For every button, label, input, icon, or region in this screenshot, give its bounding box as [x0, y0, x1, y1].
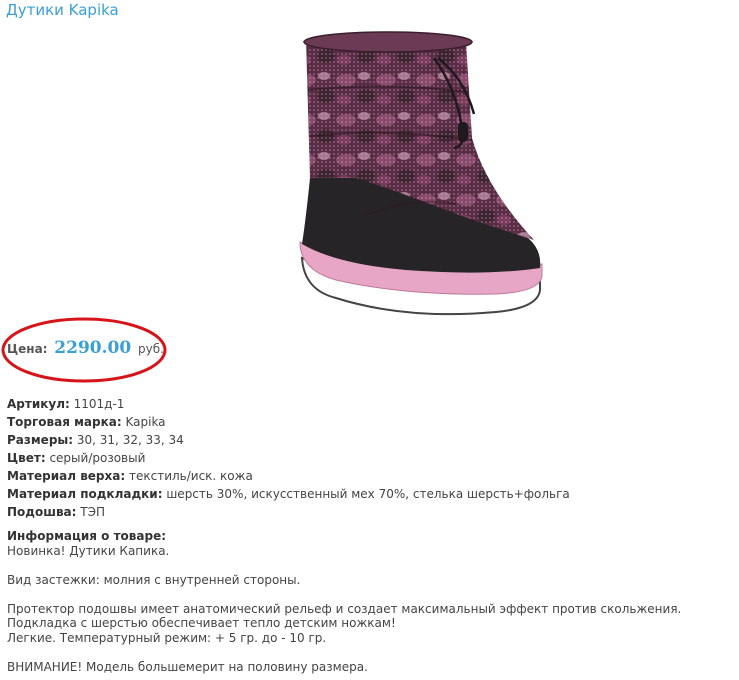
spec-article: Артикул: 1101д-1 [7, 395, 570, 413]
price-value: 2290.00 [54, 338, 132, 358]
spec-label: Материал верха: [7, 469, 126, 483]
spec-brand: Торговая марка: Kapika [7, 413, 570, 431]
spec-label: Торговая марка: [7, 415, 122, 429]
spec-value: шерсть 30%, искусственный мех 70%, стель… [166, 487, 570, 501]
info-text: Вид застежки: молния с внутренней сторон… [7, 572, 301, 587]
spec-sizes: Размеры: 30, 31, 32, 33, 34 [7, 431, 570, 449]
info-heading: Информация о товаре: [7, 529, 167, 543]
spec-label: Материал подкладки: [7, 487, 163, 501]
price-label: Цена: [7, 342, 48, 356]
spec-color: Цвет: серый/розовый [7, 449, 570, 467]
spec-value: 30, 31, 32, 33, 34 [76, 433, 184, 447]
product-specs: Артикул: 1101д-1 Торговая марка: Kapika … [7, 395, 570, 521]
boot-picture [299, 31, 543, 316]
spec-value: серый/розовый [49, 451, 146, 465]
spec-label: Размеры: [7, 433, 74, 447]
spec-value: ТЭП [80, 505, 106, 519]
spec-lining-material: Материал подкладки: шерсть 30%, искусств… [7, 485, 570, 503]
spec-upper-material: Материал верха: текстиль/иск. кожа [7, 467, 570, 485]
price-currency: руб. [138, 342, 164, 356]
info-text: Легкие. Температурный режим: + 5 гр. до … [7, 630, 327, 645]
price-block: Цена: 2290.00 руб. [0, 315, 170, 385]
spec-label: Цвет: [7, 451, 46, 465]
product-info: Информация о товаре: Новинка! Дутики Кап… [7, 529, 681, 674]
product-title[interactable]: Дутики Kapika [6, 1, 119, 19]
info-text: Подкладка с шерстью обеспечивает тепло д… [7, 616, 396, 630]
spec-value: текстиль/иск. кожа [128, 469, 253, 483]
spec-label: Артикул: [7, 397, 70, 411]
price-line: Цена: 2290.00 руб. [7, 338, 164, 358]
spec-sole: Подошва: ТЭП [7, 503, 570, 521]
spec-value: 1101д-1 [73, 397, 125, 411]
info-warning: ВНИМАНИЕ! Модель большемерит на половину… [7, 659, 368, 674]
spec-label: Подошва: [7, 505, 77, 519]
info-text: Новинка! Дутики Капика. [7, 543, 170, 558]
product-image[interactable] [296, 28, 546, 324]
info-text: Протектор подошвы имеет анатомический ре… [7, 601, 682, 616]
spec-value: Kapika [125, 415, 166, 429]
